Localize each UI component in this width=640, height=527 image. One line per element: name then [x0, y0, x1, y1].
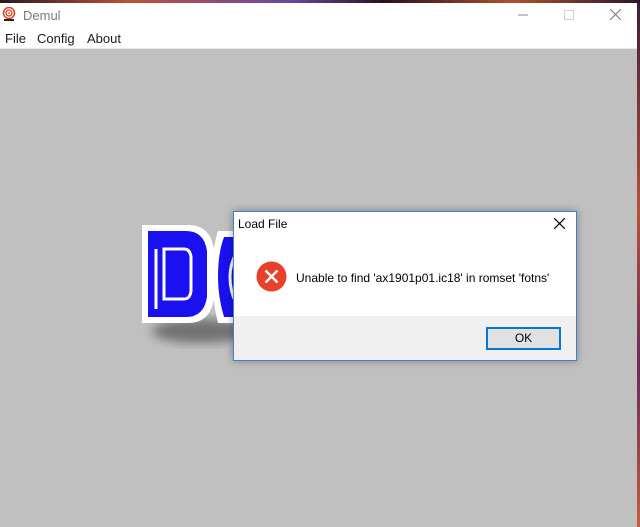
menu-config[interactable]: Config: [37, 31, 75, 46]
menu-about[interactable]: About: [87, 31, 121, 46]
close-button[interactable]: [592, 3, 638, 29]
error-icon: [256, 261, 287, 297]
ok-button[interactable]: OK: [486, 327, 561, 350]
menu-file[interactable]: File: [5, 31, 26, 46]
dialog-close-button[interactable]: [544, 212, 574, 238]
minimize-button[interactable]: [500, 3, 546, 29]
load-file-dialog: Load File Unable to find 'ax1901p01.ic18…: [233, 211, 577, 361]
dialog-message: Unable to find 'ax1901p01.ic18' in romse…: [296, 271, 550, 285]
close-icon: [609, 7, 621, 25]
main-window: Demul File Config About Load File Unable…: [0, 3, 637, 527]
dialog-title: Load File: [238, 217, 288, 231]
menu-bar: File Config About: [0, 29, 637, 49]
title-bar[interactable]: Demul: [0, 3, 637, 29]
minimize-icon: [518, 7, 528, 25]
emulator-display: Load File Unable to find 'ax1901p01.ic18…: [0, 49, 637, 527]
dialog-footer: OK: [234, 316, 576, 360]
close-icon: [553, 216, 565, 234]
window-title: Demul: [23, 8, 61, 23]
spiral-app-icon: [2, 6, 16, 21]
maximize-icon: [564, 7, 574, 25]
maximize-button[interactable]: [546, 3, 592, 29]
